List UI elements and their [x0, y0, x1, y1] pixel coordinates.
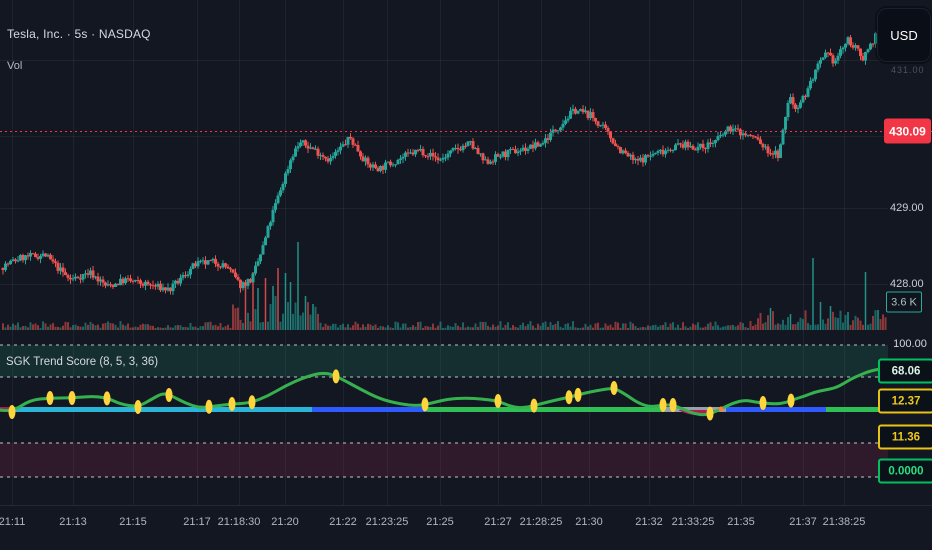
indicator-value-badge: 68.06: [878, 358, 932, 384]
time-tick-label: 21:23:25: [365, 516, 409, 528]
time-tick-label: 21:38:25: [822, 516, 866, 528]
price-axis-label: 428.00: [890, 278, 924, 290]
indicator-value-badge: 11.36: [878, 424, 932, 450]
time-tick-label: 21:35: [727, 516, 755, 528]
last-price-badge: 430.09: [884, 118, 931, 144]
chart-legend: Tesla, Inc. · 5s · NASDAQ Vol: [7, 27, 151, 72]
time-tick-label: 21:11: [0, 516, 26, 528]
time-tick-label: 21:27: [484, 516, 512, 528]
trading-chart-window: Tesla, Inc. · 5s · NASDAQ Vol USD 431.00…: [0, 0, 932, 550]
time-tick-label: 21:32: [635, 516, 663, 528]
time-tick-label: 21:20: [271, 516, 299, 528]
currency-usd-button[interactable]: USD: [877, 8, 931, 62]
time-tick-label: 21:33:25: [671, 516, 715, 528]
time-tick-label: 21:22: [329, 516, 357, 528]
indicator-value-badge: 0.0000: [878, 458, 932, 484]
time-tick-label: 21:13: [59, 516, 87, 528]
time-tick-label: 21:25: [426, 516, 454, 528]
volume-legend-label[interactable]: Vol: [7, 60, 151, 72]
time-tick-label: 21:37: [789, 516, 817, 528]
time-tick-label: 21:15: [119, 516, 147, 528]
symbol-title[interactable]: Tesla, Inc. · 5s · NASDAQ: [7, 27, 151, 41]
time-axis[interactable]: 21:11 21:13 21:15 21:17 21:18:30 21:20 21:22 21…: [0, 505, 932, 550]
indicator-axis-label: 100.00: [893, 338, 927, 350]
time-tick-label: 21:17: [183, 516, 211, 528]
indicator-title[interactable]: SGK Trend Score (8, 5, 3, 36): [6, 356, 158, 368]
price-axis-label: 429.00: [890, 202, 924, 214]
time-tick-label: 21:28:25: [519, 516, 563, 528]
last-volume-badge: 3.6 K: [886, 291, 922, 313]
time-tick-label: 21:30: [575, 516, 603, 528]
indicator-value-badge: 12.37: [878, 388, 932, 414]
time-tick-label: 21:18:30: [217, 516, 261, 528]
price-axis-label-dim: 431.00: [891, 65, 925, 75]
